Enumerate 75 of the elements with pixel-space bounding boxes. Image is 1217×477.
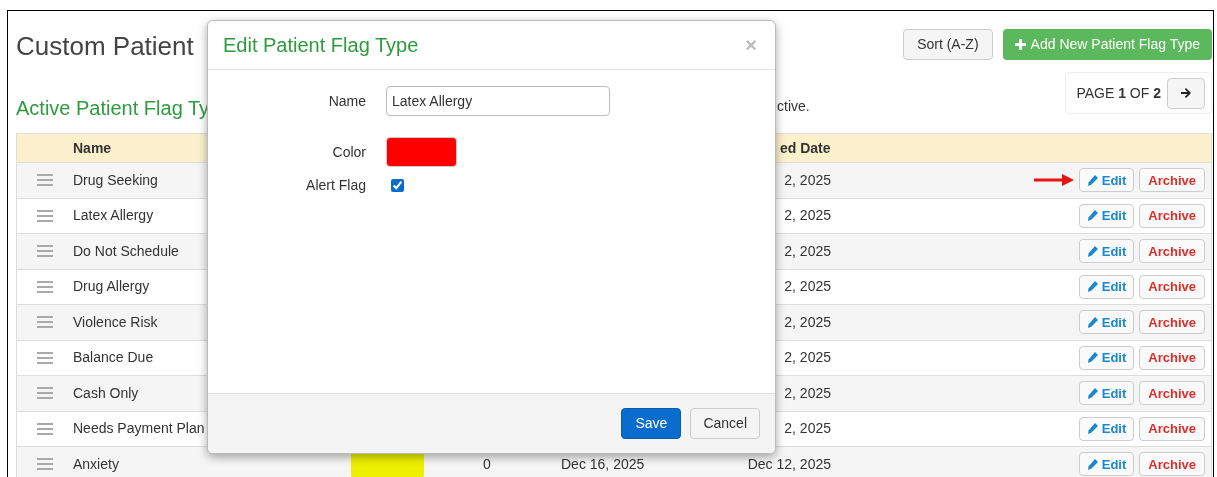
table-cell-text: 0 (483, 454, 491, 474)
archive-button[interactable]: Archive (1139, 274, 1205, 299)
table-cell: Do Not Schedule (73, 242, 179, 259)
archive-button[interactable]: Archive (1139, 310, 1205, 335)
table-cell: Violence Risk (73, 313, 158, 330)
pencil-icon (1086, 245, 1098, 257)
alert-flag-checkbox[interactable] (391, 178, 404, 192)
right-arrow-icon (1180, 87, 1192, 99)
pencil-icon (1086, 281, 1098, 293)
edit-button[interactable]: Edit (1078, 203, 1135, 228)
field-label: Alert Flag (306, 176, 366, 193)
drag-handle-icon[interactable] (37, 422, 53, 435)
edit-button[interactable]: Edit (1078, 452, 1135, 477)
page-indicator: PAGE 1 OF 2 (1076, 83, 1161, 103)
edit-button[interactable]: Edit (1078, 274, 1135, 299)
archive-button[interactable]: Archive (1139, 203, 1205, 228)
name-input[interactable]: Latex Allergy (386, 86, 610, 116)
table-cell-text: 2, 2025 (784, 383, 831, 403)
table-cell-text: 2, 2025 (784, 241, 831, 261)
table-cell-text: Dec 12, 2025 (747, 454, 831, 474)
archive-button[interactable]: Archive (1139, 345, 1205, 370)
table-cell: Cash Only (73, 384, 139, 401)
archive-button[interactable]: Archive (1139, 452, 1205, 477)
table-cell: Needs Payment Plan (73, 420, 205, 437)
drag-handle-icon[interactable] (37, 280, 53, 293)
table-cell: Anxiety (73, 455, 119, 472)
table-cell: Dec 16, 2025 (561, 455, 645, 472)
drag-handle-icon[interactable] (37, 387, 53, 400)
color-picker[interactable] (386, 137, 457, 167)
next-page-button[interactable] (1167, 77, 1205, 109)
pencil-icon (1086, 423, 1098, 435)
field-label: Name (328, 92, 366, 109)
drag-handle-icon[interactable] (37, 316, 53, 329)
archive-button[interactable]: Archive (1139, 416, 1205, 441)
table-cell: Balance Due (73, 349, 154, 366)
drag-handle-icon[interactable] (37, 209, 53, 222)
save-button[interactable]: Save (621, 408, 682, 439)
column-header: ed Date (780, 138, 831, 158)
description-text: ctive. (777, 97, 810, 116)
drag-handle-icon[interactable] (37, 458, 53, 471)
pencil-icon (1086, 210, 1098, 222)
modal-title: Edit Patient Flag Type (223, 33, 419, 58)
add-button[interactable]: Add New Patient Flag Type (1002, 29, 1212, 60)
pencil-icon (1086, 316, 1098, 328)
drag-handle-icon[interactable] (37, 174, 53, 187)
table-cell-text: 2, 2025 (784, 348, 831, 368)
edit-button[interactable]: Edit (1078, 310, 1135, 335)
sort-button[interactable]: Sort (A-Z) (903, 29, 993, 60)
archive-button[interactable]: Archive (1139, 381, 1205, 406)
pencil-icon (1086, 458, 1098, 470)
table-cell-text: 2, 2025 (784, 206, 831, 226)
drag-handle-icon[interactable] (37, 245, 53, 258)
table-cell-text: 2, 2025 (784, 312, 831, 332)
pencil-icon (1086, 352, 1098, 364)
field-label: Color (332, 143, 366, 160)
drag-handle-icon[interactable] (37, 351, 53, 364)
table-cell-text: 2, 2025 (784, 277, 831, 297)
archive-button[interactable]: Archive (1139, 239, 1205, 264)
table-cell: Latex Allergy (73, 207, 154, 224)
plus-icon (1014, 39, 1026, 50)
table-cell-text: 2, 2025 (784, 170, 831, 190)
edit-button[interactable]: Edit (1078, 381, 1135, 406)
column-header: Name (73, 139, 112, 156)
table-cell-text: 2, 2025 (784, 419, 831, 439)
edit-button[interactable]: Edit (1078, 168, 1135, 193)
pencil-icon (1086, 174, 1098, 186)
archive-button[interactable]: Archive (1139, 168, 1205, 193)
edit-button[interactable]: Edit (1078, 345, 1135, 370)
pencil-icon (1086, 387, 1098, 399)
page-title: Custom Patient (16, 30, 194, 61)
edit-button[interactable]: Edit (1078, 416, 1135, 441)
edit-button[interactable]: Edit (1078, 239, 1135, 264)
cancel-button[interactable]: Cancel (690, 408, 760, 439)
table-cell: Drug Allergy (73, 278, 150, 295)
table-cell: Drug Seeking (73, 171, 158, 188)
